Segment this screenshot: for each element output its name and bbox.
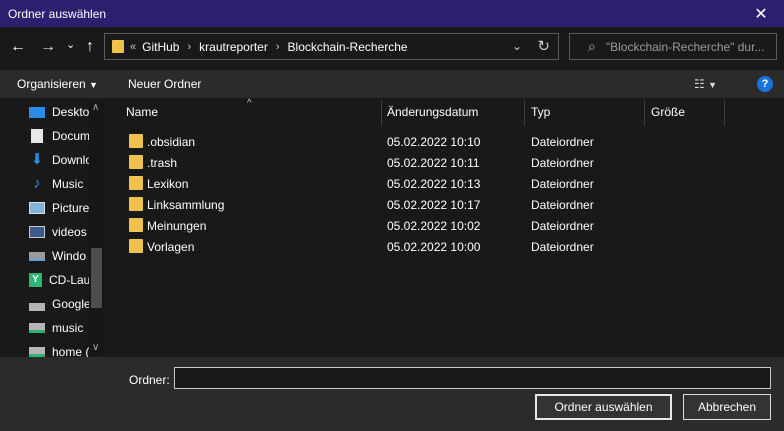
sidebar-scrollbar[interactable]: ∧ ∨ bbox=[89, 98, 104, 357]
column-divider[interactable] bbox=[644, 100, 645, 126]
sidebar-item-label: CD-Lau bbox=[49, 273, 91, 287]
file-type: Dateiordner bbox=[531, 177, 594, 191]
folder-icon bbox=[129, 155, 143, 169]
file-list: ^ Name Änderungsdatum Typ Größe .obsidia… bbox=[104, 98, 784, 357]
toolbar: Organisieren ▼ Neuer Ordner ☷ ▼ bbox=[0, 70, 784, 98]
file-name: .obsidian bbox=[147, 135, 196, 149]
column-header-date[interactable]: Änderungsdatum bbox=[387, 98, 478, 126]
file-type: Dateiordner bbox=[531, 219, 594, 233]
scrollbar-thumb[interactable] bbox=[91, 248, 102, 308]
folder-icon bbox=[129, 239, 143, 253]
sidebar-item-label: music bbox=[52, 321, 84, 335]
file-date: 05.02.2022 10:17 bbox=[387, 198, 481, 212]
chevron-up-icon[interactable]: ∧ bbox=[92, 102, 99, 113]
table-row[interactable]: .obsidian 05.02.2022 10:10 Dateiordner bbox=[104, 131, 784, 152]
search-placeholder: "Blockchain-Recherche" dur... bbox=[605, 39, 765, 54]
address-overflow-icon[interactable]: « bbox=[130, 41, 136, 53]
organize-label: Organisieren bbox=[17, 77, 86, 91]
documents-icon bbox=[31, 129, 43, 143]
videos-icon bbox=[29, 226, 45, 238]
pictures-icon bbox=[29, 202, 45, 214]
table-row[interactable]: Lexikon 05.02.2022 10:13 Dateiordner bbox=[104, 173, 784, 194]
help-icon[interactable]: ? bbox=[757, 76, 773, 92]
breadcrumb-blockchain-recherche[interactable]: Blockchain-Recherche bbox=[288, 40, 408, 54]
sidebar-item-label: videos bbox=[52, 225, 87, 239]
chevron-down-icon[interactable]: ⌄ bbox=[512, 39, 522, 53]
sidebar-item-label: Google bbox=[52, 297, 91, 311]
folder-icon bbox=[129, 218, 143, 232]
table-row[interactable]: Meinungen 05.02.2022 10:02 Dateiordner bbox=[104, 215, 784, 236]
file-type: Dateiordner bbox=[531, 198, 594, 212]
network-drive-icon bbox=[29, 302, 45, 311]
close-icon[interactable]: ✕ bbox=[738, 0, 784, 27]
cancel-button[interactable]: Abbrechen bbox=[683, 394, 771, 420]
sidebar-item-label: Downlo bbox=[52, 153, 93, 167]
folder-icon bbox=[129, 176, 143, 190]
back-arrow-icon[interactable]: ← bbox=[10, 37, 26, 57]
new-folder-button[interactable]: Neuer Ordner bbox=[128, 77, 201, 91]
column-header-name[interactable]: Name bbox=[126, 98, 158, 126]
file-name: Vorlagen bbox=[147, 240, 195, 254]
search-icon: ⌕ bbox=[588, 38, 596, 54]
sidebar-item-label: Deskto bbox=[52, 105, 90, 119]
breadcrumb-github[interactable]: GitHub bbox=[142, 40, 179, 54]
column-divider[interactable] bbox=[724, 100, 725, 126]
drive-icon bbox=[29, 251, 45, 261]
column-header-size[interactable]: Größe bbox=[651, 98, 685, 126]
desktop-icon bbox=[29, 106, 45, 118]
file-date: 05.02.2022 10:11 bbox=[387, 156, 480, 170]
chevron-right-icon[interactable]: › bbox=[187, 41, 191, 53]
file-name: Lexikon bbox=[147, 177, 189, 191]
chevron-down-icon: ▼ bbox=[708, 80, 718, 90]
folder-icon bbox=[129, 134, 143, 148]
table-row[interactable]: Vorlagen 05.02.2022 10:00 Dateiordner bbox=[104, 236, 784, 257]
sidebar-item-label: home ( bbox=[52, 345, 90, 357]
forward-arrow-icon[interactable]: → bbox=[40, 37, 56, 57]
sidebar-item-label: Windo bbox=[52, 249, 87, 263]
folder-name-input[interactable] bbox=[174, 367, 771, 389]
column-divider[interactable] bbox=[381, 100, 382, 126]
sort-ascending-icon: ^ bbox=[247, 98, 252, 109]
file-date: 05.02.2022 10:00 bbox=[387, 240, 481, 254]
file-type: Dateiordner bbox=[531, 240, 594, 254]
refresh-icon[interactable]: ↻ bbox=[537, 37, 550, 55]
folder-icon bbox=[112, 40, 124, 53]
folder-name-label: Ordner: bbox=[129, 373, 170, 387]
window-title: Ordner auswählen bbox=[8, 6, 107, 21]
table-row[interactable]: Linksammlung 05.02.2022 10:17 Dateiordne… bbox=[104, 194, 784, 215]
file-type: Dateiordner bbox=[531, 156, 594, 170]
sidebar-item-label: Picture bbox=[52, 201, 90, 215]
network-drive-icon bbox=[29, 323, 45, 333]
select-folder-button[interactable]: Ordner auswählen bbox=[535, 394, 672, 420]
column-divider[interactable] bbox=[524, 100, 525, 126]
organize-button[interactable]: Organisieren ▼ bbox=[17, 77, 98, 91]
folder-icon bbox=[129, 197, 143, 211]
recent-locations-icon[interactable]: ⌄ bbox=[66, 35, 75, 55]
file-date: 05.02.2022 10:10 bbox=[387, 135, 481, 149]
address-bar[interactable]: « GitHub › krautreporter › Blockchain-Re… bbox=[104, 33, 559, 60]
view-options-icon[interactable]: ☷ ▼ bbox=[694, 77, 717, 91]
sidebar-item-label: Docum bbox=[52, 129, 91, 143]
chevron-down-icon[interactable]: ∨ bbox=[92, 342, 99, 353]
chevron-right-icon[interactable]: › bbox=[276, 41, 280, 53]
file-name: Linksammlung bbox=[147, 198, 225, 212]
file-name: Meinungen bbox=[147, 219, 207, 233]
search-input[interactable]: ⌕ "Blockchain-Recherche" dur... bbox=[569, 33, 777, 60]
file-type: Dateiordner bbox=[531, 135, 594, 149]
cd-drive-icon: Y bbox=[29, 273, 42, 287]
chevron-down-icon: ▼ bbox=[89, 80, 98, 90]
network-drive-icon bbox=[29, 347, 45, 357]
file-date: 05.02.2022 10:02 bbox=[387, 219, 481, 233]
downloads-icon: ⬇ bbox=[30, 151, 44, 168]
music-icon: ♪ bbox=[33, 175, 41, 192]
column-header-type[interactable]: Typ bbox=[531, 98, 550, 126]
breadcrumb-krautreporter[interactable]: krautreporter bbox=[199, 40, 268, 54]
file-date: 05.02.2022 10:13 bbox=[387, 177, 481, 191]
title-bar: Ordner auswählen ✕ bbox=[0, 0, 784, 27]
dialog-footer: Ordner: Ordner auswählen Abbrechen bbox=[0, 357, 784, 431]
up-arrow-icon[interactable]: ↑ bbox=[86, 37, 94, 57]
file-name: .trash bbox=[147, 156, 178, 170]
table-row[interactable]: .trash 05.02.2022 10:11 Dateiordner bbox=[104, 152, 784, 173]
sidebar-item-label: Music bbox=[52, 177, 84, 191]
